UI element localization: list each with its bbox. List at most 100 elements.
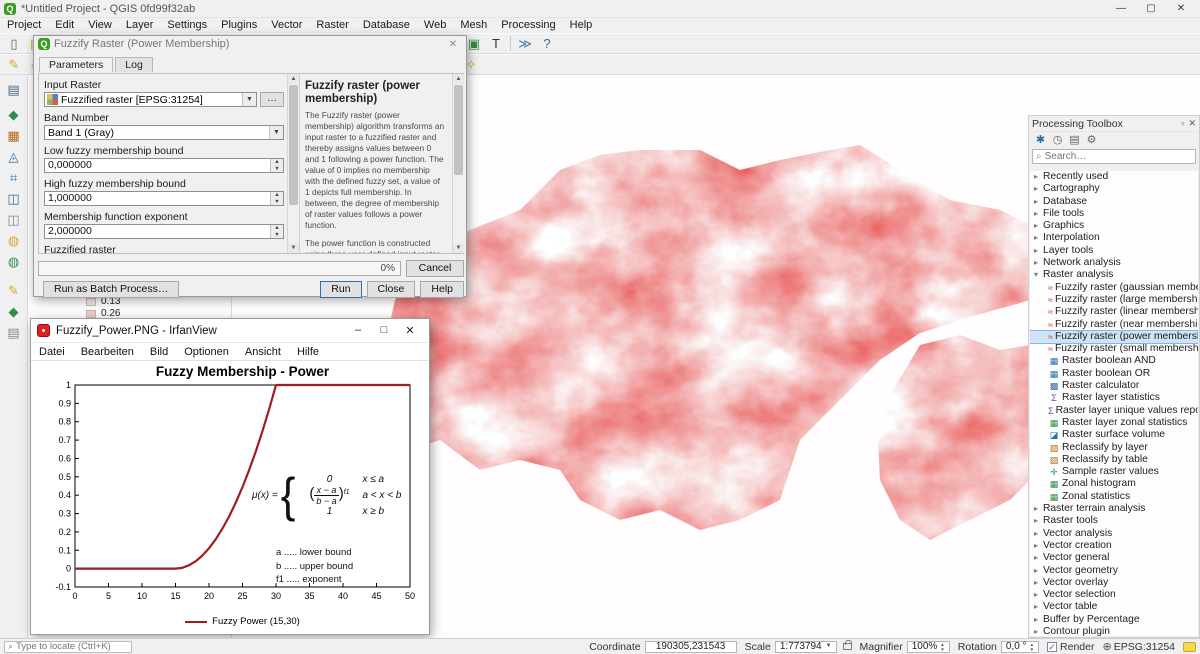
data-source-manager-icon[interactable]: ▤: [4, 80, 24, 99]
spin-arrows-icon[interactable]: ▲▼: [270, 192, 283, 205]
scroll-up-icon[interactable]: ▲: [288, 74, 299, 84]
toolbox-item-raster-calculator[interactable]: ▩Raster calculator: [1030, 380, 1198, 392]
add-wms-layer-icon[interactable]: ◍: [4, 231, 24, 250]
toolbox-group-vector-creation[interactable]: ▸Vector creation: [1030, 540, 1198, 552]
toolbox-group-contour-plugin[interactable]: ▸Contour plugin: [1030, 626, 1198, 636]
cancel-button[interactable]: Cancel: [406, 260, 464, 277]
toolbox-group-vector-geometry[interactable]: ▸Vector geometry: [1030, 565, 1198, 577]
menu-database[interactable]: Database: [356, 18, 417, 33]
menu-project[interactable]: Project: [0, 18, 48, 33]
toolbox-group-vector-table[interactable]: ▸Vector table: [1030, 601, 1198, 613]
chevron-right-icon[interactable]: ▸: [1034, 614, 1043, 626]
models-icon[interactable]: ✱: [1032, 133, 1049, 146]
new-virtual-layer-icon[interactable]: ▤: [4, 323, 24, 342]
toolbox-group-graphics[interactable]: ▸Graphics: [1030, 220, 1198, 232]
spin-arrows-icon[interactable]: ▲▼: [270, 159, 283, 172]
scroll-down-icon[interactable]: ▼: [288, 243, 299, 253]
crs-value[interactable]: EPSG:31254: [1114, 641, 1175, 653]
toolbox-group-buffer-by-percentage[interactable]: ▸Buffer by Percentage: [1030, 614, 1198, 626]
minimize-button[interactable]: –: [345, 324, 371, 337]
toolbox-group-vector-analysis[interactable]: ▸Vector analysis: [1030, 528, 1198, 540]
menu-vector[interactable]: Vector: [264, 18, 309, 33]
locate-bar[interactable]: ⌕: [4, 641, 132, 653]
close-dialog-button[interactable]: Close: [367, 281, 416, 298]
toolbox-item-fuzzify-raster-large-membership[interactable]: ≈Fuzzify raster (large membership): [1030, 294, 1198, 306]
help-contents-icon[interactable]: ?: [537, 35, 557, 53]
scale-combo[interactable]: 1:773794▼: [775, 641, 837, 653]
menu-view[interactable]: View: [81, 18, 119, 33]
toolbox-item-raster-layer-unique-values-report[interactable]: ΣRaster layer unique values report: [1030, 405, 1198, 417]
irfanview-menu-ansicht[interactable]: Ansicht: [237, 343, 289, 360]
results-viewer-icon[interactable]: ▤: [1066, 133, 1083, 146]
form-scrollbar[interactable]: ▲ ▼: [287, 74, 299, 253]
toolbox-item-fuzzify-raster-linear-membership[interactable]: ≈Fuzzify raster (linear membership): [1030, 306, 1198, 318]
menu-edit[interactable]: Edit: [48, 18, 81, 33]
help-scrollbar[interactable]: ▲ ▼: [452, 74, 464, 253]
run-as-batch-button[interactable]: Run as Batch Process…: [43, 281, 179, 298]
messages-icon[interactable]: [1183, 642, 1196, 652]
toolbox-group-vector-selection[interactable]: ▸Vector selection: [1030, 589, 1198, 601]
scroll-down-icon[interactable]: ▼: [453, 243, 464, 253]
lock-icon[interactable]: [843, 643, 852, 650]
history-icon[interactable]: ◷: [1049, 133, 1066, 146]
toolbox-item-reclassify-by-table[interactable]: ▨Reclassify by table: [1030, 454, 1198, 466]
chevron-right-icon[interactable]: ▸: [1034, 196, 1043, 208]
chevron-right-icon[interactable]: ▸: [1034, 540, 1043, 552]
chevron-right-icon[interactable]: ▸: [1034, 626, 1043, 636]
new-geopackage-layer-icon[interactable]: ◆: [4, 302, 24, 321]
dialog-titlebar[interactable]: Q Fuzzify Raster (Power Membership) ✕: [34, 36, 466, 52]
menu-raster[interactable]: Raster: [309, 18, 355, 33]
chevron-right-icon[interactable]: ▸: [1034, 589, 1043, 601]
chevron-down-icon[interactable]: ▾: [1034, 269, 1043, 281]
add-postgis-layer-icon[interactable]: ◫: [4, 189, 24, 208]
tab-log[interactable]: Log: [115, 57, 153, 72]
menu-processing[interactable]: Processing: [494, 18, 562, 33]
toolbox-search[interactable]: ⌕: [1032, 149, 1196, 164]
toolbox-item-fuzzify-raster-small-membership[interactable]: ≈Fuzzify raster (small membership): [1030, 343, 1198, 355]
add-spatialite-layer-icon[interactable]: ◫: [4, 210, 24, 229]
menu-plugins[interactable]: Plugins: [214, 18, 264, 33]
irfanview-menu-hilfe[interactable]: Hilfe: [289, 343, 327, 360]
add-raster-layer-icon[interactable]: ▦: [4, 126, 24, 145]
chevron-right-icon[interactable]: ▸: [1034, 528, 1043, 540]
toolbox-item-fuzzify-raster-near-membership[interactable]: ≈Fuzzify raster (near membership): [1030, 319, 1198, 331]
chevron-right-icon[interactable]: ▸: [1034, 183, 1043, 195]
irfanview-menu-bearbeiten[interactable]: Bearbeiten: [73, 343, 142, 360]
close-button[interactable]: ✕: [397, 324, 423, 337]
chevron-right-icon[interactable]: ▸: [1034, 257, 1043, 269]
toolbox-group-file-tools[interactable]: ▸File tools: [1030, 208, 1198, 220]
chevron-right-icon[interactable]: ▸: [1034, 577, 1043, 589]
spin-arrows-icon[interactable]: ▲▼: [940, 642, 944, 652]
maximize-button[interactable]: □: [371, 324, 397, 337]
text-annotation-icon[interactable]: T: [486, 35, 506, 53]
toolbox-item-raster-boolean-or[interactable]: ▦Raster boolean OR: [1030, 368, 1198, 380]
menu-mesh[interactable]: Mesh: [453, 18, 494, 33]
irfanview-menu-datei[interactable]: Datei: [31, 343, 73, 360]
toolbox-item-fuzzify-raster-power-membership[interactable]: ≈Fuzzify raster (power membership): [1030, 331, 1198, 343]
toolbox-item-raster-boolean-and[interactable]: ▦Raster boolean AND: [1030, 355, 1198, 367]
help-button[interactable]: Help: [420, 281, 464, 298]
toolbox-group-database[interactable]: ▸Database: [1030, 196, 1198, 208]
toolbox-group-raster-terrain-analysis[interactable]: ▸Raster terrain analysis: [1030, 503, 1198, 515]
current-edits-icon[interactable]: ✎: [4, 56, 24, 74]
render-checkbox[interactable]: ✓: [1047, 642, 1057, 652]
toolbox-item-zonal-statistics[interactable]: ▦Zonal statistics: [1030, 491, 1198, 503]
toolbox-item-fuzzify-raster-gaussian-membership[interactable]: ≈Fuzzify raster (gaussian membership): [1030, 282, 1198, 294]
menu-web[interactable]: Web: [417, 18, 453, 33]
new-project-icon[interactable]: ▯: [4, 35, 24, 53]
toolbox-item-raster-surface-volume[interactable]: ◪Raster surface volume: [1030, 429, 1198, 441]
add-delimited-text-layer-icon[interactable]: ⌗: [4, 168, 24, 187]
irfanview-menu-optionen[interactable]: Optionen: [176, 343, 237, 360]
chevron-right-icon[interactable]: ▸: [1034, 232, 1043, 244]
run-button[interactable]: Run: [320, 281, 361, 298]
toolbox-item-reclassify-by-layer[interactable]: ▨Reclassify by layer: [1030, 442, 1198, 454]
toolbox-group-vector-general[interactable]: ▸Vector general: [1030, 552, 1198, 564]
toolbox-group-interpolation[interactable]: ▸Interpolation: [1030, 232, 1198, 244]
chevron-right-icon[interactable]: ▸: [1034, 245, 1043, 257]
scroll-up-icon[interactable]: ▲: [453, 74, 464, 84]
chevron-right-icon[interactable]: ▸: [1034, 601, 1043, 613]
chevron-right-icon[interactable]: ▸: [1034, 552, 1043, 564]
dialog-close-icon[interactable]: ✕: [444, 39, 462, 50]
menu-layer[interactable]: Layer: [119, 18, 161, 33]
toolbox-group-raster-tools[interactable]: ▸Raster tools: [1030, 515, 1198, 527]
